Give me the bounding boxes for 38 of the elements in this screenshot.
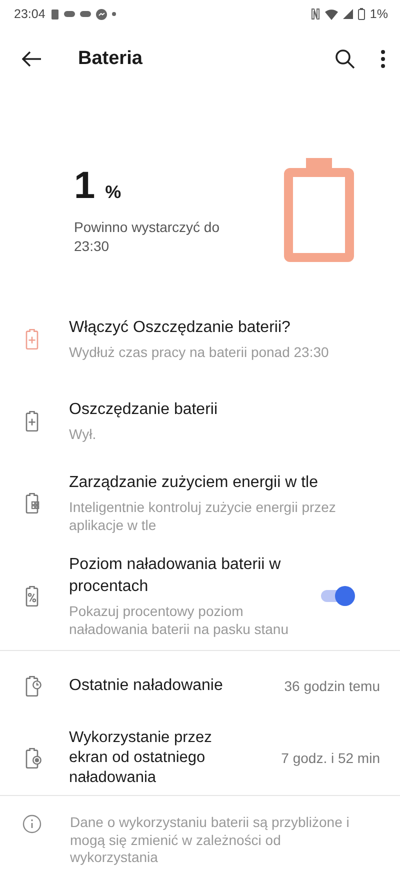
nfc-icon xyxy=(310,8,320,20)
item-subtitle: Wydłuż czas pracy na baterii ponad 23:30 xyxy=(69,342,330,361)
page-title: Bateria xyxy=(78,48,144,70)
info-note: Dane o wykorzystaniu baterii są przybliżone i mogą się zmienić w zależności od wykorzystania xyxy=(70,814,350,867)
settings-item[interactable]: Włączyć Oszczędzanie baterii? Wydłuż czas pracy na baterii ponad 23:30 xyxy=(0,308,400,370)
battery-icon xyxy=(284,158,354,262)
more-icon xyxy=(380,49,386,69)
percent-unit: % xyxy=(105,182,122,203)
back-arrow-icon xyxy=(22,51,42,67)
stat-title: Ostatnie naładowanie xyxy=(69,676,224,696)
item-title: Poziom naładowania baterii w procentach xyxy=(69,555,282,598)
battery-percent: 1 xyxy=(74,164,96,208)
battery-percentage: 1% xyxy=(370,7,388,21)
stat-item[interactable]: Wykorzystanie przez ekran od ostatniego naładowania 7 godz. i 52 min xyxy=(0,721,400,796)
stat-value: 7 godz. i 52 min xyxy=(281,750,380,766)
notification-icon xyxy=(51,8,60,20)
dot-icon xyxy=(112,12,116,16)
clock-time: 23:04 xyxy=(14,7,46,21)
info-icon xyxy=(22,814,42,834)
item-subtitle: Inteligentnie kontroluj zużycie energii przez aplikacje w tle xyxy=(69,498,337,534)
wifi-icon xyxy=(324,8,338,20)
stat-value: 36 godzin temu xyxy=(284,678,380,694)
messenger-icon xyxy=(96,8,108,20)
toggle-switch[interactable] xyxy=(321,586,355,606)
stat-item[interactable]: Ostatnie naładowanie 36 godzin temu xyxy=(0,651,400,722)
settings-item[interactable]: Poziom naładowania baterii w procentach Pokazuj procentowy poziom naładowania baterii na pasku stanu xyxy=(0,554,400,638)
stat-title: Wykorzystanie przez ekran od ostatniego naładowania xyxy=(69,728,213,788)
item-title: Oszczędzanie baterii xyxy=(69,400,219,420)
item-title: Zarządzanie zużyciem energii w tle xyxy=(69,473,319,494)
settings-item[interactable]: Oszczędzanie baterii Wył. xyxy=(0,390,400,452)
signal-icon xyxy=(342,9,353,19)
search-icon xyxy=(334,48,356,70)
battery-estimate: Powinno wystarczyć do 23:30 xyxy=(74,218,221,256)
settings-item[interactable]: Zarządzanie zużyciem energii w tle Inteligentnie kontroluj zużycie energii przez aplikacje w tle xyxy=(0,472,400,534)
item-title: Włączyć Oszczędzanie baterii? xyxy=(69,318,292,338)
item-subtitle: Wył. xyxy=(69,424,98,443)
battery-icon xyxy=(358,8,365,20)
item-subtitle: Pokazuj procentowy poziom naładowania baterii na pasku stanu xyxy=(69,602,290,638)
